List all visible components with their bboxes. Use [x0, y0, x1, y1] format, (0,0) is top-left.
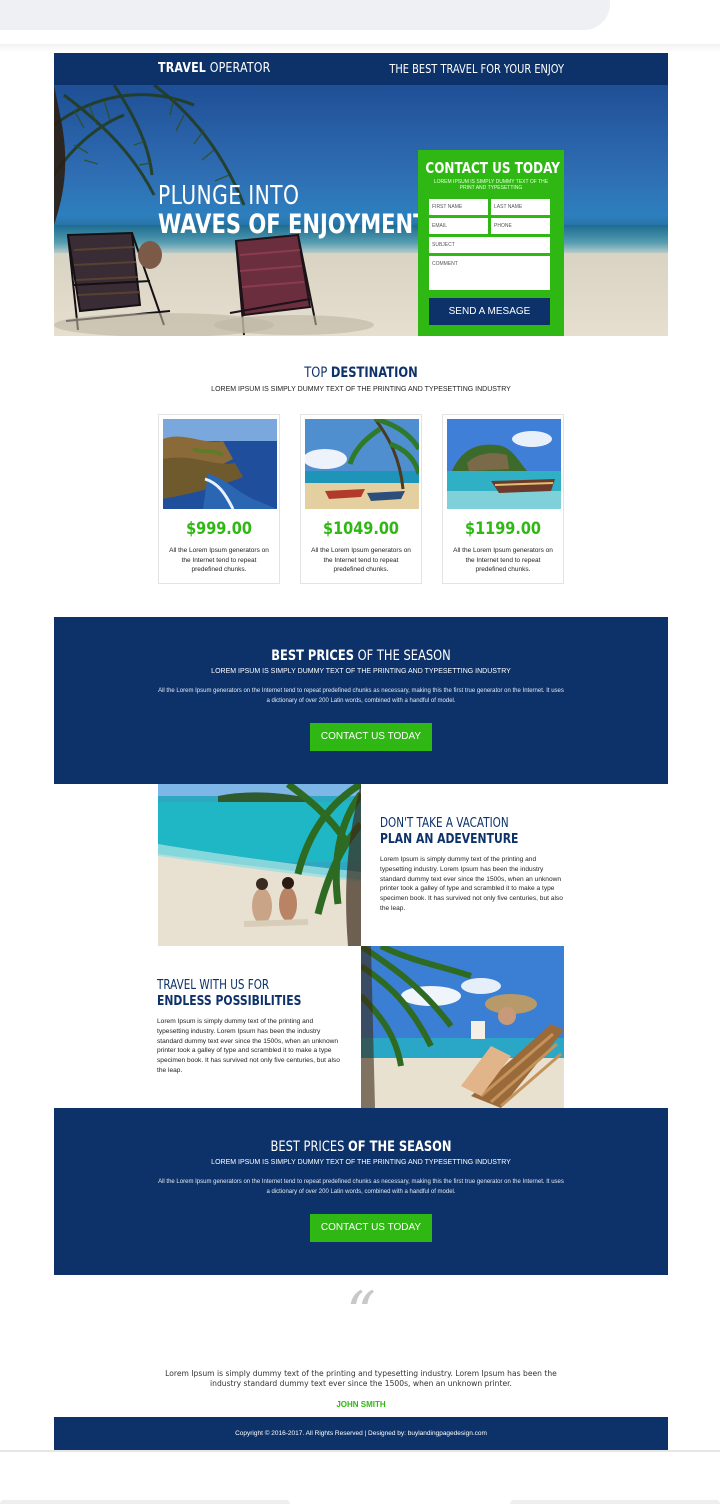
band-2-subtitle: LOREM IPSUM IS SIMPLY DUMMY TEXT OF THE … — [211, 1159, 511, 1166]
feature-possibilities-text: TRAVEL WITH US FOR ENDLESS POSSIBILITIES… — [157, 978, 357, 1076]
feature-vacation-line-2: PLAN AN ADEVENTURE — [380, 831, 519, 847]
contact-us-button-1[interactable]: CONTACT US TODAY — [310, 723, 432, 751]
header-tagline: THE BEST TRAVEL FOR YOUR ENJOY — [389, 62, 564, 76]
best-prices-band-1: BEST PRICES OF THE SEASON LOREM IPSUM IS… — [54, 617, 668, 784]
send-message-button[interactable]: SEND A MESAGE — [429, 298, 550, 325]
destination-description: All the Lorem Ipsum generators on the In… — [311, 547, 411, 573]
browser-divider — [0, 44, 720, 52]
feature-vacation-body: Lorem Ipsum is simply dummy text of the … — [380, 856, 563, 912]
feature-possibilities-body: Lorem Ipsum is simply dummy text of the … — [157, 1018, 340, 1074]
comment-field[interactable]: COMMENT — [429, 256, 550, 290]
top-destination-section: TOP DESTINATION LOREM IPSUM IS SIMPLY DU… — [54, 336, 668, 617]
email-field[interactable]: EMAIL — [429, 218, 488, 234]
destination-card[interactable]: $1199.00 All the Lorem Ipsum generators … — [442, 414, 564, 584]
hero-line-2: WAVES OF ENJOYMENT — [158, 209, 428, 240]
bottom-nav-bar — [0, 1500, 290, 1504]
last-name-field[interactable]: LAST NAME — [491, 199, 550, 215]
contact-form-subtitle: LOREM IPSUM IS SIMPLY DUMMY TEXT OF THE … — [433, 179, 549, 191]
band-2-title: BEST PRICES OF THE SEASON — [109, 1139, 612, 1155]
site-footer: Copyright © 2016-2017. All Rights Reserv… — [54, 1417, 668, 1450]
band-1-title-bold: BEST PRICES — [271, 648, 354, 664]
destination-title-bold: DESTINATION — [330, 365, 418, 381]
band-1-subtitle: LOREM IPSUM IS SIMPLY DUMMY TEXT OF THE … — [211, 668, 511, 675]
brand-bold: TRAVEL — [158, 61, 207, 76]
band-1-title-light: OF THE SEASON — [357, 648, 451, 664]
footer-copyright: Copyright © 2016-2017. All Rights Reserv… — [235, 1430, 487, 1437]
destination-subtitle: LOREM IPSUM IS SIMPLY DUMMY TEXT OF THE … — [211, 386, 511, 393]
destination-price: $999.00 — [186, 519, 252, 539]
contact-form: CONTACT US TODAY LOREM IPSUM IS SIMPLY D… — [418, 150, 564, 336]
landing-page: TRAVEL OPERATOR THE BEST TRAVEL FOR YOUR… — [54, 53, 668, 1450]
browser-bottom-bar — [0, 1450, 720, 1504]
destination-image-island-boat — [447, 419, 561, 509]
first-name-field[interactable]: FIRST NAME — [429, 199, 488, 215]
beach-chair-reader-image — [361, 946, 564, 1108]
phone-field[interactable]: PHONE — [491, 218, 550, 234]
quote-icon: “ — [346, 1279, 376, 1347]
feature-possibilities-line-1: TRAVEL WITH US FOR — [157, 978, 270, 993]
destination-card[interactable]: $999.00 All the Lorem Ipsum generators o… — [158, 414, 280, 584]
destination-description: All the Lorem Ipsum generators on the In… — [453, 547, 553, 573]
band-2-text: All the Lorem Ipsum generators on the In… — [158, 1179, 564, 1195]
destination-card[interactable]: $1049.00 All the Lorem Ipsum generators … — [300, 414, 422, 584]
hero-section: PLUNGE INTO WAVES OF ENJOYMENT CONTACT U… — [54, 85, 668, 336]
destination-image-beach-boats — [305, 419, 419, 509]
feature-possibilities: TRAVEL WITH US FOR ENDLESS POSSIBILITIES… — [54, 946, 668, 1108]
feature-vacation-text: DON'T TAKE A VACATION PLAN AN ADEVENTURE… — [380, 816, 580, 914]
destination-description: All the Lorem Ipsum generators on the In… — [169, 547, 269, 573]
destination-price: $1199.00 — [465, 519, 541, 539]
destination-image-coast — [163, 419, 277, 509]
band-1-title: BEST PRICES OF THE SEASON — [109, 648, 612, 664]
feature-vacation-line-1: DON'T TAKE A VACATION — [380, 816, 509, 831]
band-2-title-bold: OF THE SEASON — [348, 1139, 452, 1155]
feature-possibilities-line-2: ENDLESS POSSIBILITIES — [157, 993, 302, 1009]
destination-cards: $999.00 All the Lorem Ipsum generators o… — [158, 414, 564, 584]
destination-title-light: TOP — [304, 365, 328, 381]
testimonial-author: JOHN SMITH — [336, 1400, 386, 1409]
testimonial-text: Lorem Ipsum is simply dummy text of the … — [165, 1369, 557, 1388]
brand-logo[interactable]: TRAVEL OPERATOR — [158, 61, 270, 76]
destination-price: $1049.00 — [323, 519, 399, 539]
band-2-title-light: BEST PRICES — [270, 1139, 345, 1155]
contact-form-title: CONTACT US TODAY — [425, 159, 560, 177]
brand-light: OPERATOR — [209, 61, 271, 76]
bottom-nav-bar — [510, 1500, 720, 1504]
destination-title: TOP DESTINATION — [109, 365, 612, 381]
best-prices-band-2: BEST PRICES OF THE SEASON LOREM IPSUM IS… — [54, 1108, 668, 1275]
site-header: TRAVEL OPERATOR THE BEST TRAVEL FOR YOUR… — [54, 53, 668, 85]
browser-tab[interactable] — [0, 0, 610, 30]
feature-vacation: DON'T TAKE A VACATION PLAN AN ADEVENTURE… — [54, 784, 668, 946]
browser-top-bar — [0, 0, 720, 54]
band-1-text: All the Lorem Ipsum generators on the In… — [158, 688, 564, 704]
contact-us-button-2[interactable]: CONTACT US TODAY — [310, 1214, 432, 1242]
subject-field[interactable]: SUBJECT — [429, 237, 550, 253]
contact-form-fields: FIRST NAME LAST NAME EMAIL PHONE SUBJECT… — [429, 199, 553, 290]
couple-beach-image — [158, 784, 361, 946]
hero-line-1: PLUNGE INTO — [158, 181, 300, 211]
testimonial-section: “ Lorem Ipsum is simply dummy text of th… — [54, 1275, 668, 1417]
